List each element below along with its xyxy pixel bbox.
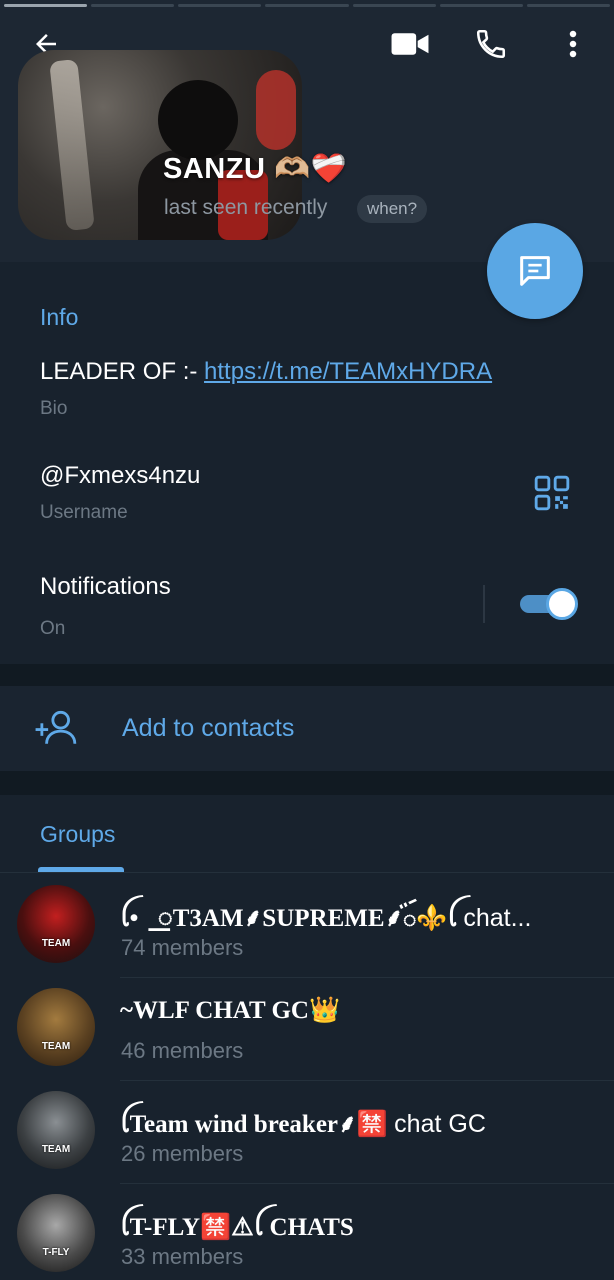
when-chip[interactable]: when? [357,195,428,223]
photo-detail [158,80,238,160]
tab-groups[interactable]: Groups [40,821,115,848]
notifications-toggle[interactable] [518,586,578,622]
section-divider [0,664,614,686]
bio-link[interactable]: https://t.me/TEAMxHYDRA [204,358,492,385]
group-list-item[interactable]: TEAM ꪶ•⃝꯭T3AM⸙SUPREME⸙ꪾ⚜️ꪶ chat... 74 me… [0,875,614,978]
bio-prefix: LEADER OF :- [40,358,205,385]
bio-value: LEADER OF :- https://t.me/TEAMxHYDRA [40,358,492,386]
group-name-text: ꪶTeam wind breaker⸙🈲 [120,1111,395,1138]
group-list-item[interactable]: T-FLY ꪶT-FLY🈲⚠ꪶ CHATS 33 members [0,1184,614,1280]
group-list-item[interactable]: TEAM ꪶTeam wind breaker⸙🈲 chat GC 26 mem… [0,1081,614,1184]
photo-detail [256,70,296,150]
story-progress-bar [0,4,614,7]
avatar-label: TEAM [41,1041,71,1052]
bio-label: Bio [40,398,68,419]
info-section-title: Info [40,304,79,330]
story-segment [526,4,610,7]
qr-code-icon [534,475,570,511]
group-name-text: ꪶ•⃝꯭T3AM⸙SUPREME⸙ꪾ⚜️ꪶ [120,905,464,932]
username-label: Username [40,502,128,523]
group-avatar: TEAM [17,885,95,963]
username-value[interactable]: @Fxmexs4nzu [40,462,200,490]
notifications-label: Notifications [40,573,171,600]
profile-header: SANZU 🫶🏼❤️‍🩹 last seen recently when? [0,0,614,262]
add-to-contacts-button[interactable]: Add to contacts [0,686,614,771]
photo-detail [49,59,95,231]
add-to-contacts-label: Add to contacts [122,714,295,742]
more-options-button[interactable] [549,20,597,68]
group-avatar: TEAM [17,1091,95,1169]
group-name-text: ~WLF CHAT GC👑 [120,997,341,1024]
section-divider [0,771,614,795]
video-call-button[interactable] [386,20,434,68]
group-name-suffix: chat... [463,904,532,932]
group-name-text: ꪶT-FLY🈲⚠ꪶ CHATS [120,1214,354,1241]
group-name-suffix: chat GC [394,1110,486,1138]
group-avatar: T-FLY [17,1194,95,1272]
story-segment [4,4,88,7]
story-segment [265,4,349,7]
avatar-label: T-FLY [42,1247,70,1258]
voice-call-button[interactable] [467,20,515,68]
group-member-count: 26 members [121,1141,244,1166]
qr-code-button[interactable] [533,474,571,512]
video-camera-icon [391,33,429,55]
toggle-knob [546,588,578,620]
add-person-icon [35,710,77,744]
notifications-state: On [40,618,66,639]
avatar-label: TEAM [41,1144,71,1155]
more-vertical-icon [569,30,577,58]
group-member-count: 46 members [121,1038,244,1063]
story-segment [439,4,523,7]
message-icon [520,256,550,286]
story-segment [352,4,436,7]
group-avatar: TEAM [17,988,95,1066]
last-seen-status: last seen recently [164,196,328,219]
divider [0,872,614,873]
story-segment [178,4,262,7]
group-name: ~WLF CHAT GC👑 [120,996,340,1025]
profile-name: SANZU 🫶🏼❤️‍🩹 [163,153,348,185]
group-list-item[interactable]: TEAM ~WLF CHAT GC👑 46 members [0,978,614,1081]
group-member-count: 33 members [121,1244,244,1269]
story-segment [91,4,175,7]
divider [483,585,485,623]
group-member-count: 74 members [121,935,244,960]
message-fab-button[interactable] [487,223,583,319]
groups-section: Groups TEAM ꪶ•⃝꯭T3AM⸙SUPREME⸙ꪾ⚜️ꪶ chat..… [0,795,614,1280]
phone-icon [476,29,506,59]
avatar-label: TEAM [41,938,71,949]
